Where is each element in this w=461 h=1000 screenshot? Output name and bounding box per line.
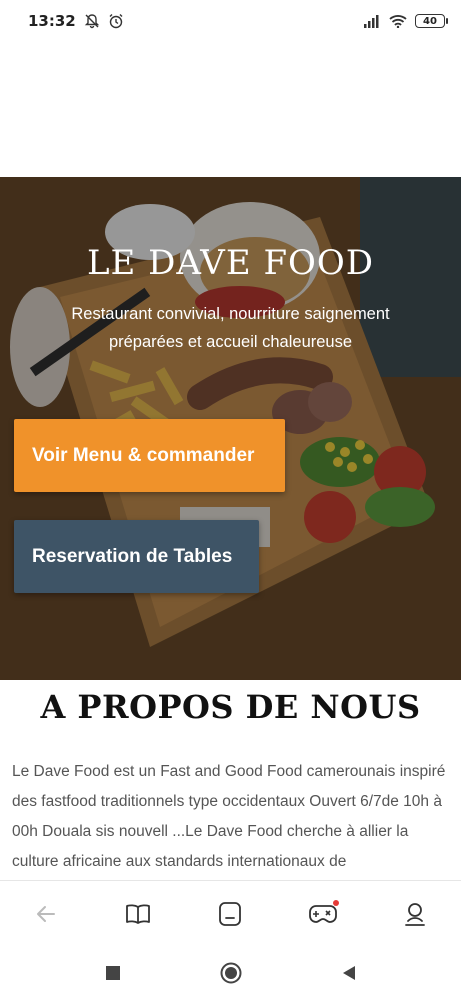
view-menu-order-button[interactable]: Voir Menu & commander bbox=[14, 419, 285, 492]
home-icon[interactable] bbox=[211, 953, 251, 993]
browser-bottom-nav bbox=[0, 880, 461, 946]
recents-icon[interactable] bbox=[93, 953, 133, 993]
back-icon[interactable] bbox=[26, 894, 66, 934]
back-triangle-icon[interactable] bbox=[329, 953, 369, 993]
table-reservation-button[interactable]: Reservation de Tables bbox=[14, 520, 259, 593]
hero-title: LE DAVE FOOD bbox=[86, 243, 375, 283]
tabs-icon[interactable] bbox=[210, 894, 250, 934]
notifications-off-icon bbox=[84, 13, 100, 29]
alarm-icon bbox=[108, 13, 124, 29]
hero-subtitle: Restaurant convivial, nourriture saignem… bbox=[71, 305, 390, 351]
about-title: A PROPOS DE NOUS bbox=[40, 688, 421, 726]
notification-dot bbox=[332, 899, 339, 906]
status-time: 13:32 bbox=[28, 12, 76, 30]
system-nav-bar bbox=[0, 946, 461, 1000]
battery-icon: 40 bbox=[415, 14, 448, 28]
profile-icon[interactable] bbox=[395, 894, 435, 934]
signal-icon bbox=[363, 14, 381, 28]
about-description: Le Dave Food est un Fast and Good Food c… bbox=[12, 763, 446, 870]
games-icon[interactable] bbox=[303, 894, 343, 934]
wifi-icon bbox=[389, 14, 407, 28]
bookmarks-icon[interactable] bbox=[118, 894, 158, 934]
status-bar: 13:32 40 bbox=[0, 0, 461, 42]
